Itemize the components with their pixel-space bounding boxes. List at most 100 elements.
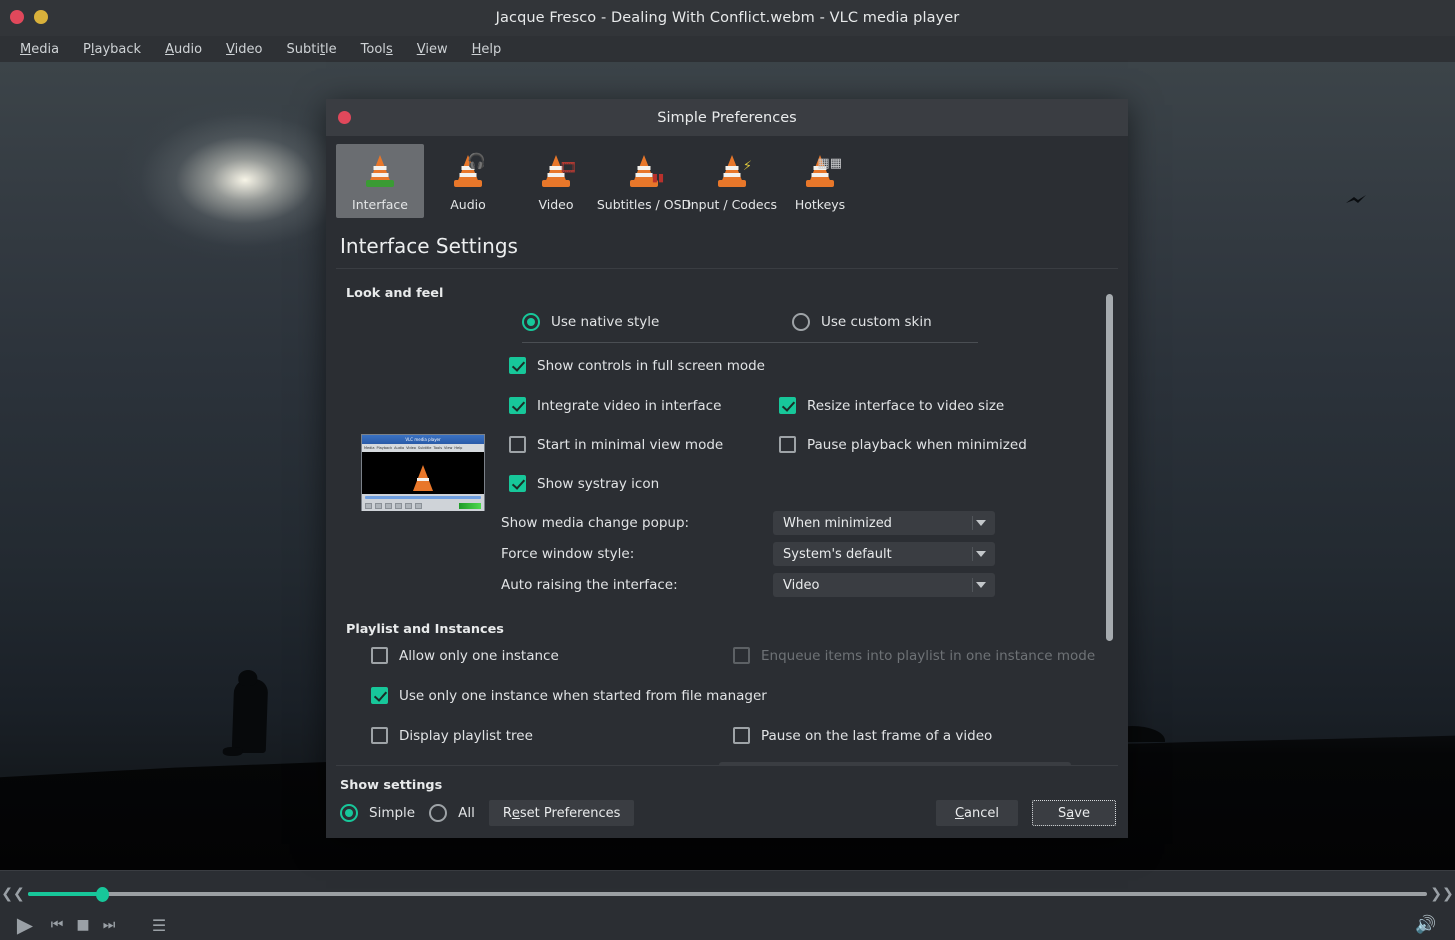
thumb-menu-media: Media <box>364 446 375 450</box>
tab-interface[interactable]: Interface <box>336 144 424 218</box>
checkbox-pause-last-frame[interactable]: Pause on the last frame of a video <box>733 727 992 744</box>
menu-help-mnemonic: H <box>471 41 482 57</box>
chevron-down-icon <box>976 582 986 588</box>
menu-tools-pre: Tool <box>360 41 386 57</box>
select-force-window-style[interactable]: System's default <box>773 542 995 566</box>
forward-icon[interactable]: ❯❯ <box>1429 886 1455 902</box>
bottom-actions-row: Simple All Re set Preferences Cancel Sa ve <box>340 800 1116 826</box>
rewind-icon[interactable]: ❮❮ <box>0 886 26 902</box>
radio-show-settings-all[interactable]: All <box>429 804 475 822</box>
checkbox-show-systray-icon-box <box>509 475 526 492</box>
select-show-media-change-popup[interactable]: When minimized <box>773 511 995 535</box>
vlc-main-window: Jacque Fresco - Dealing With Conflict.we… <box>0 0 1455 940</box>
menu-audio-post: udio <box>173 41 203 57</box>
radio-use-native-style[interactable]: Use native style <box>522 313 792 331</box>
vlc-cone-hotkeys-icon: ▦▦ <box>798 151 842 191</box>
checkbox-start-minimal-view-label: Start in minimal view mode <box>537 436 724 453</box>
prefs-titlebar: Simple Preferences <box>326 99 1128 136</box>
group-look-and-feel-title: Look and feel <box>346 286 444 301</box>
vlc-classic-window-thumbnail: VLC media player Media Playback Audio Vi… <box>361 434 485 511</box>
playlist-icon[interactable]: ☰ <box>142 910 176 940</box>
prefs-title: Simple Preferences <box>657 109 797 126</box>
person-silhouette <box>231 679 269 753</box>
play-icon[interactable]: ▶ <box>6 910 44 940</box>
tab-hotkeys[interactable]: ▦▦ Hotkeys <box>776 144 864 218</box>
checkbox-pause-last-frame-box <box>733 727 750 744</box>
checkbox-enqueue-items: Enqueue items into playlist in one insta… <box>733 647 1095 664</box>
checkbox-show-controls-fullscreen-box <box>509 357 526 374</box>
checkbox-resize-interface[interactable]: Resize interface to video size <box>779 397 1059 414</box>
tab-audio[interactable]: 🎧 Audio <box>424 144 512 218</box>
menu-subtitle[interactable]: Subtitle <box>274 40 348 59</box>
checkbox-enqueue-items-label: Enqueue items into playlist in one insta… <box>761 647 1096 664</box>
checkbox-integrate-video[interactable]: Integrate video in interface <box>509 397 779 414</box>
checkbox-show-controls-fullscreen-label: Show controls in full screen mode <box>537 357 765 374</box>
volume-icon[interactable]: 🔊 <box>1409 910 1443 940</box>
menu-playback-pre: P <box>83 41 91 57</box>
save-button[interactable]: Sa ve <box>1032 800 1116 826</box>
checkbox-pause-when-minimized[interactable]: Pause playback when minimized <box>779 436 1059 453</box>
seek-handle[interactable] <box>96 886 110 902</box>
seek-slider[interactable] <box>28 886 1427 902</box>
menu-audio[interactable]: Audio <box>153 40 214 59</box>
page-title: Interface Settings <box>340 234 518 258</box>
menu-media-post: edia <box>31 41 60 57</box>
reset-preferences-button[interactable]: Re set Preferences <box>488 800 635 826</box>
select-continue-playback[interactable]: Ask <box>719 762 1071 765</box>
stop-icon[interactable]: ■ <box>70 910 96 940</box>
vlc-cone-subtitles-icon: ▮▮ <box>622 151 666 191</box>
menu-media[interactable]: Media <box>8 40 71 59</box>
prefs-close-icon[interactable] <box>338 111 351 124</box>
thumb-menu-view: View <box>444 446 453 450</box>
section-divider <box>522 342 978 343</box>
window-titlebar: Jacque Fresco - Dealing With Conflict.we… <box>0 0 1455 36</box>
menu-help-post: elp <box>481 41 502 57</box>
checkbox-start-minimal-view[interactable]: Start in minimal view mode <box>509 436 779 453</box>
checkbox-show-systray-icon[interactable]: Show systray icon <box>509 475 779 492</box>
vlc-cone-input-icon: ⚡ <box>710 151 754 191</box>
menu-video-post: ideo <box>234 41 263 57</box>
checkbox-use-one-instance-file-manager[interactable]: Use only one instance when started from … <box>371 687 767 704</box>
tab-video[interactable]: 🎞 Video <box>512 144 600 218</box>
select-auto-raising-interface[interactable]: Video <box>773 573 995 597</box>
checkbox-show-controls-fullscreen[interactable]: Show controls in full screen mode <box>509 357 779 374</box>
settings-scrollbar[interactable] <box>1103 277 1115 757</box>
reset-preferences-pre: R <box>502 805 512 821</box>
radio-show-settings-simple[interactable]: Simple <box>340 804 415 822</box>
thumb-video-area <box>362 452 484 494</box>
menu-tools[interactable]: Tools <box>349 40 405 59</box>
tab-interface-label: Interface <box>352 197 408 212</box>
tab-hotkeys-label: Hotkeys <box>794 197 846 212</box>
radio-use-custom-skin[interactable]: Use custom skin <box>792 313 1072 331</box>
menu-view[interactable]: View <box>405 40 460 59</box>
reset-preferences-mnemonic: e <box>511 805 520 821</box>
chevron-down-icon <box>976 520 986 526</box>
cancel-button[interactable]: Cancel <box>936 800 1018 826</box>
checkbox-display-playlist-tree[interactable]: Display playlist tree <box>371 727 733 744</box>
save-post: ve <box>1074 805 1090 821</box>
menu-playback[interactable]: Playback <box>71 40 153 59</box>
tab-subtitles-osd[interactable]: ▮▮ Subtitles / OSD <box>597 144 691 218</box>
tab-input-codecs[interactable]: ⚡ Input / Codecs <box>687 144 777 218</box>
seek-row: ❮❮ ❯❯ <box>0 881 1455 907</box>
next-track-icon[interactable]: ⏭ <box>96 910 122 940</box>
window-close-icon[interactable] <box>10 10 24 24</box>
checkbox-integrate-video-label: Integrate video in interface <box>537 397 722 414</box>
checkbox-allow-only-one-instance[interactable]: Allow only one instance <box>371 647 733 664</box>
previous-track-icon[interactable]: ⏮ <box>44 910 70 940</box>
group-playlist-instances-title: Playlist and Instances <box>346 622 504 637</box>
thumb-buttons <box>362 501 484 511</box>
cancel-post: ancel <box>964 805 1000 821</box>
settings-scrollbar-thumb[interactable] <box>1106 294 1113 641</box>
checkbox-use-one-instance-file-manager-label: Use only one instance when started from … <box>399 687 767 704</box>
menu-video[interactable]: Video <box>214 40 274 59</box>
save-mnemonic: a <box>1066 805 1075 821</box>
label-auto-raising-interface: Auto raising the interface: <box>501 577 678 593</box>
menu-help[interactable]: Help <box>460 40 514 59</box>
settings-content: Look and feel VLC media player Media Pla… <box>336 269 1118 765</box>
window-minimize-icon[interactable] <box>34 10 48 24</box>
vlc-cone-audio-icon: 🎧 <box>446 151 490 191</box>
simple-preferences-dialog: Simple Preferences Interface 🎧 Audio 🎞 V… <box>326 99 1128 838</box>
window-title: Jacque Fresco - Dealing With Conflict.we… <box>495 10 960 26</box>
menu-subtitle-post: le <box>325 41 337 57</box>
